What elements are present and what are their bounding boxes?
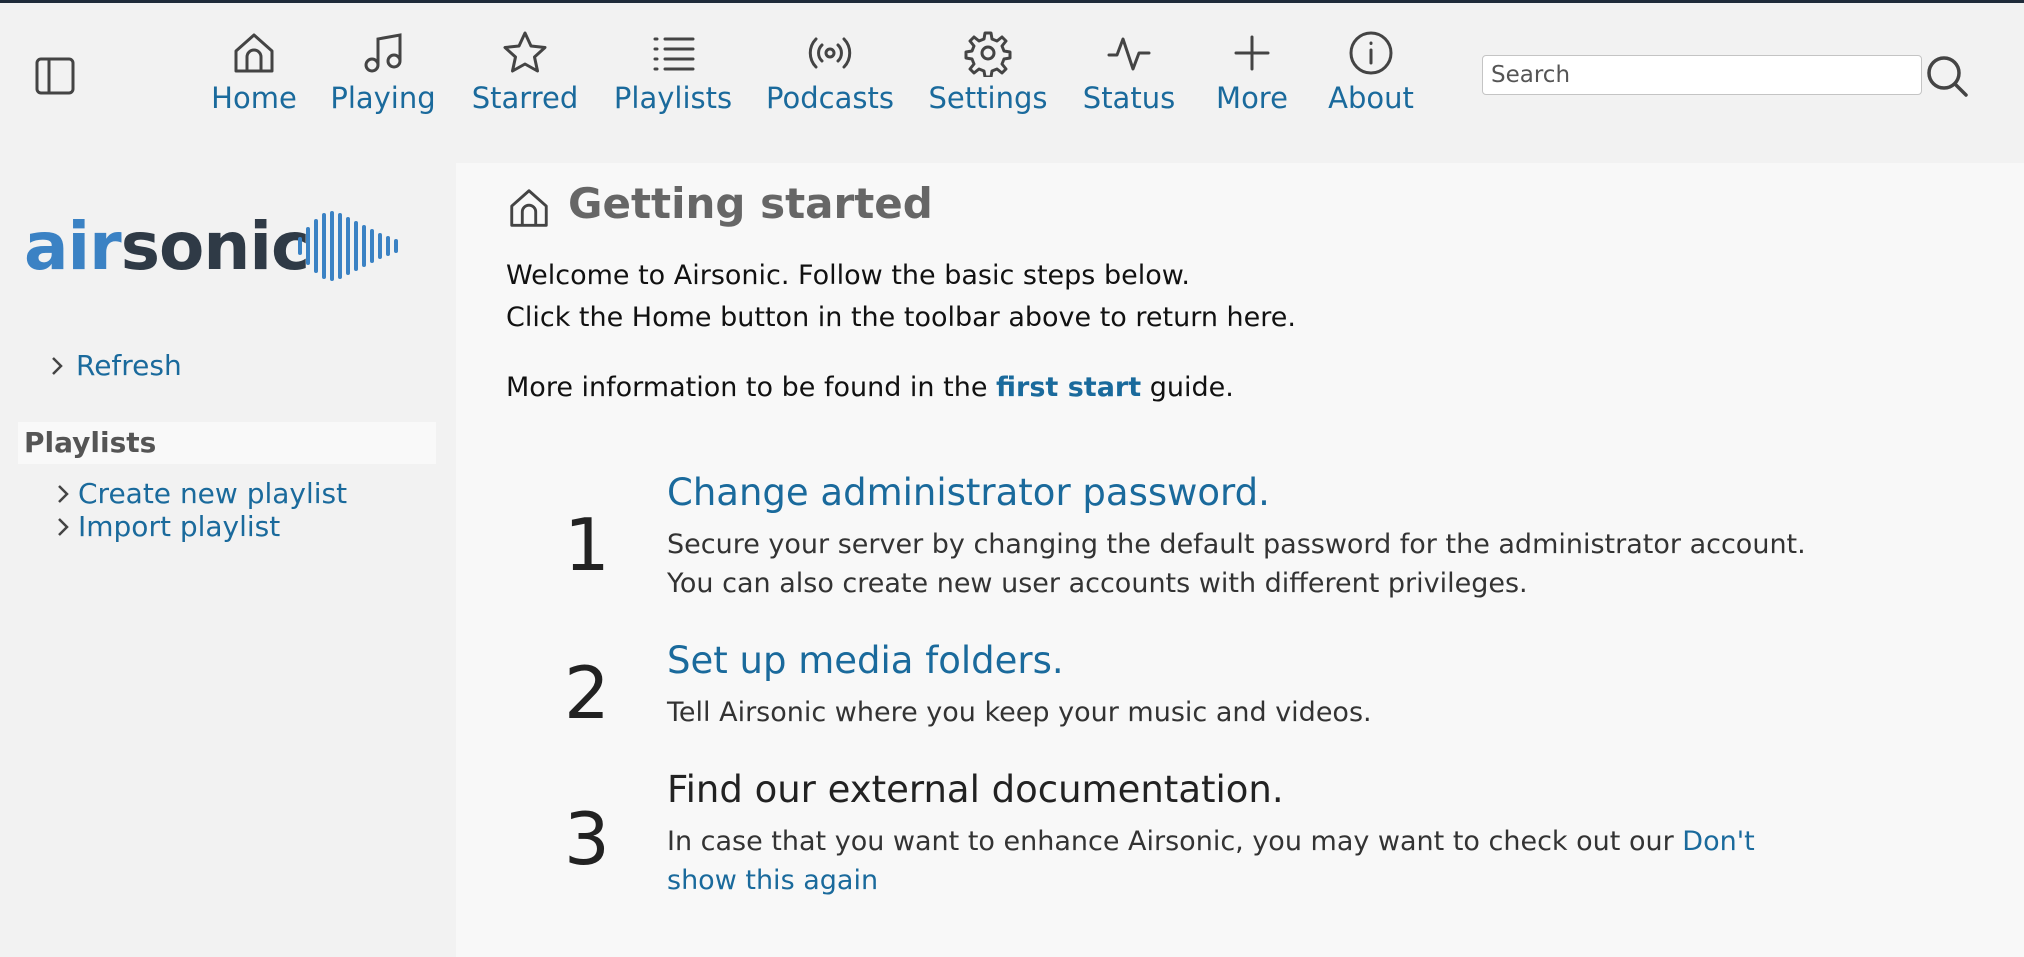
- nav-settings[interactable]: Settings: [926, 29, 1050, 129]
- import-playlist-link[interactable]: Import playlist: [54, 510, 280, 543]
- search-input[interactable]: [1482, 55, 1922, 95]
- create-playlist-link[interactable]: Create new playlist: [54, 477, 347, 510]
- step-2-number: 2: [564, 651, 610, 735]
- info-prefix: More information to be found in the: [506, 372, 997, 403]
- nav-status[interactable]: Status: [1080, 29, 1178, 129]
- info-icon: [1349, 31, 1393, 75]
- main-content: Getting started Welcome to Airsonic. Fol…: [456, 163, 2024, 957]
- toolbar: Home Playing Starred Playlists Podcasts: [0, 3, 2024, 163]
- star-icon: [503, 31, 547, 73]
- info-line: More information to be found in the firs…: [506, 372, 1234, 403]
- step-1-description: Secure your server by changing the defau…: [667, 529, 1806, 599]
- logo-soundwave-icon: [298, 211, 398, 281]
- info-suffix: guide.: [1141, 372, 1234, 403]
- nav-home-label: Home: [211, 81, 297, 115]
- nav-playing[interactable]: Playing: [330, 29, 436, 129]
- nav-more-label: More: [1216, 81, 1288, 115]
- nav-podcasts-label: Podcasts: [766, 81, 894, 115]
- chevron-right-icon: [58, 485, 69, 503]
- music-note-icon: [364, 33, 402, 73]
- search-icon[interactable]: [1924, 53, 1970, 99]
- nav-starred[interactable]: Starred: [470, 29, 580, 129]
- logo-text-sonic: sonic: [120, 208, 310, 285]
- airsonic-logo: airsonic: [24, 207, 414, 287]
- home-icon: [234, 33, 274, 73]
- step-3-desc-text: In case that you want to enhance Airsoni…: [667, 826, 1683, 857]
- step-3-title: Find our external documentation.: [667, 768, 1284, 811]
- nav-status-label: Status: [1082, 81, 1176, 115]
- home-icon: [510, 189, 548, 227]
- import-playlist-label: Import playlist: [78, 510, 281, 543]
- nav-home[interactable]: Home: [208, 29, 300, 129]
- step-2-description: Tell Airsonic where you keep your music …: [667, 697, 1372, 728]
- nav-settings-label: Settings: [928, 81, 1048, 115]
- playlists-heading: Playlists: [18, 422, 436, 464]
- list-icon: [653, 37, 695, 71]
- step-3-description: In case that you want to enhance Airsoni…: [667, 822, 1817, 900]
- chevron-right-icon: [58, 518, 69, 536]
- intro-line-1: Welcome to Airsonic. Follow the basic st…: [506, 260, 1190, 291]
- logo-text: airsonic: [24, 207, 310, 287]
- sidebar-toggle-icon[interactable]: [34, 55, 76, 97]
- intro-line-2: Click the Home button in the toolbar abo…: [506, 302, 1296, 333]
- step-2-title-link[interactable]: Set up media folders.: [667, 639, 1064, 682]
- create-playlist-label: Create new playlist: [78, 477, 348, 510]
- nav-more[interactable]: More: [1208, 29, 1296, 129]
- logo-text-air: air: [24, 208, 122, 285]
- activity-icon: [1107, 37, 1151, 71]
- page-title: Getting started: [568, 179, 933, 228]
- plus-icon: [1234, 35, 1270, 71]
- nav-playing-label: Playing: [330, 81, 436, 115]
- nav-starred-label: Starred: [471, 81, 579, 115]
- nav-about[interactable]: About: [1326, 29, 1416, 129]
- nav-playlists[interactable]: Playlists: [612, 29, 734, 129]
- chevron-right-icon: [52, 357, 63, 375]
- broadcast-icon: [808, 37, 852, 69]
- sidebar: airsonic Refresh Playlists Create new pl…: [0, 163, 456, 957]
- nav-podcasts[interactable]: Podcasts: [764, 29, 896, 129]
- refresh-link[interactable]: Refresh: [48, 349, 182, 382]
- gear-icon: [964, 31, 1012, 77]
- nav-about-label: About: [1328, 81, 1414, 115]
- first-start-link[interactable]: first start: [996, 372, 1141, 403]
- refresh-label: Refresh: [76, 349, 182, 382]
- step-1-number: 1: [564, 503, 610, 587]
- step-3-number: 3: [564, 797, 610, 881]
- step-1-title-link[interactable]: Change administrator password.: [667, 471, 1270, 514]
- nav-playlists-label: Playlists: [613, 81, 733, 115]
